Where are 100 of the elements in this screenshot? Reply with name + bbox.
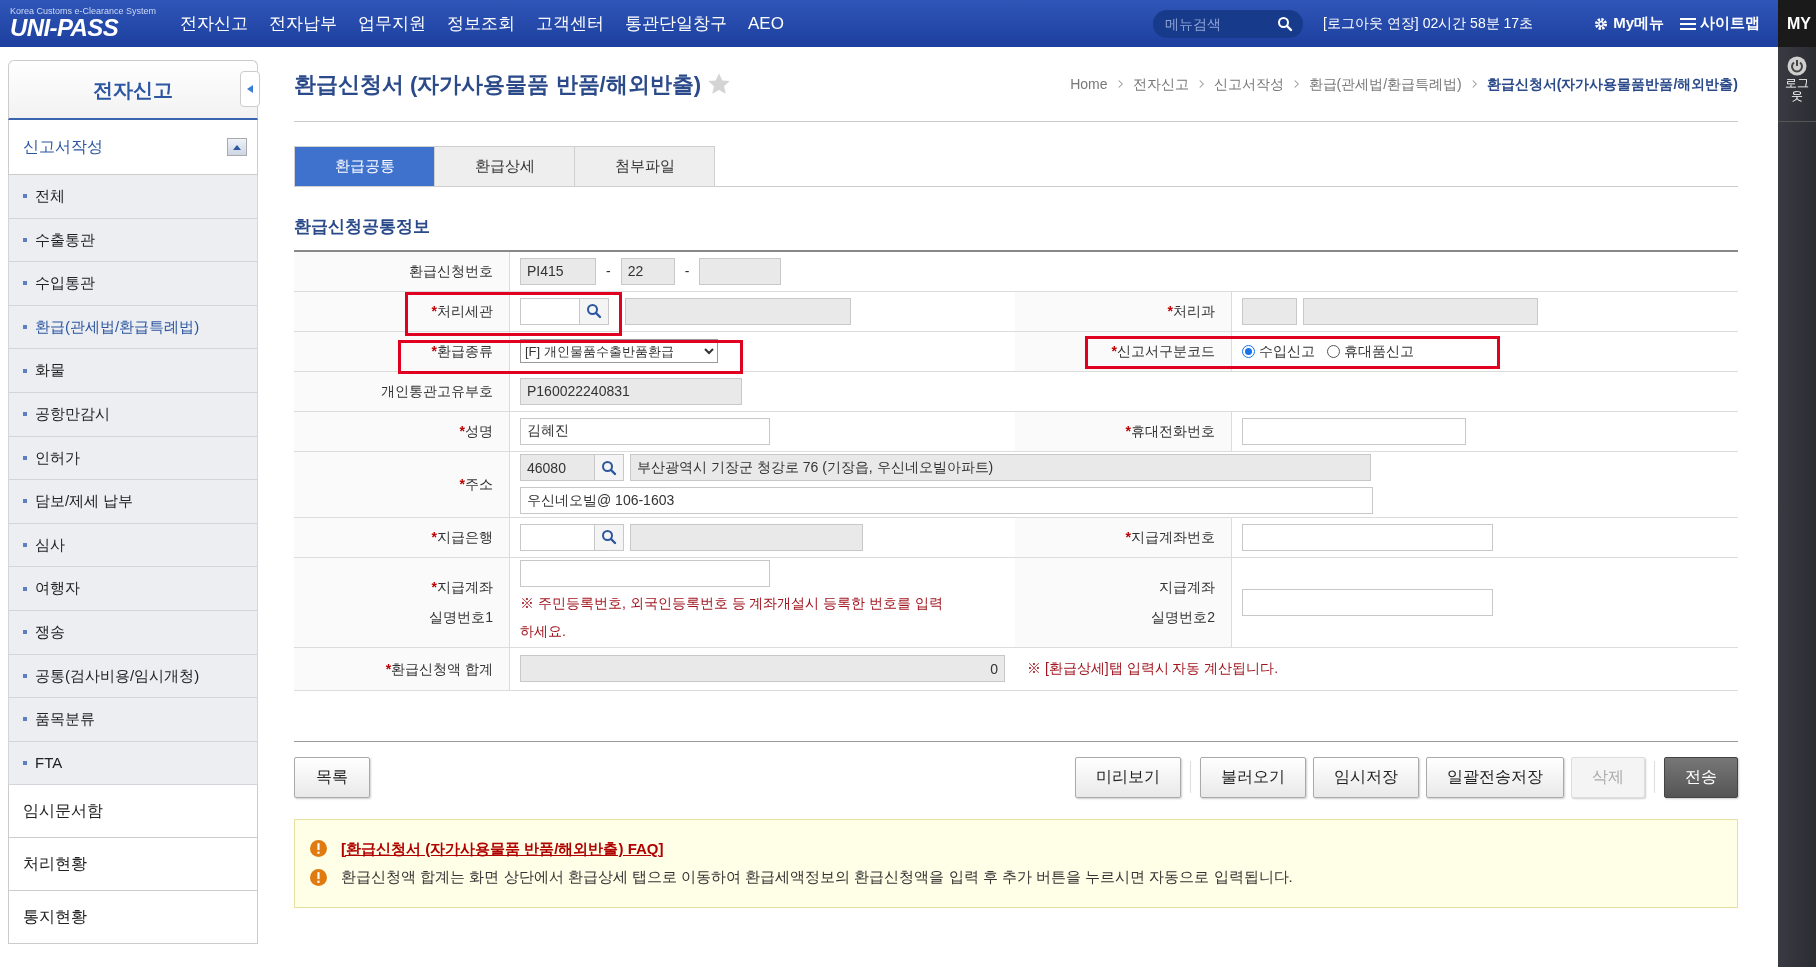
nav-link[interactable]: AEO xyxy=(748,10,784,37)
input-field[interactable] xyxy=(1242,297,1297,325)
breadcrumb-link[interactable]: 신고서작성 xyxy=(1213,73,1284,95)
bullet-icon xyxy=(23,455,27,460)
action-button[interactable]: 임시저장 xyxy=(1313,756,1419,798)
input-field[interactable] xyxy=(630,523,863,551)
action-button[interactable]: 전송 xyxy=(1664,756,1738,798)
nav-link[interactable]: 정보조회 xyxy=(447,10,515,37)
tab[interactable]: 첨부파일 xyxy=(574,146,715,187)
my-menu-link[interactable]: My메뉴 xyxy=(1593,12,1664,35)
sidebar-item[interactable]: 담보/제세 납부 xyxy=(8,480,258,524)
nav-link[interactable]: 전자신고 xyxy=(180,10,248,37)
gear-icon xyxy=(1593,15,1610,32)
input-field[interactable]: 0 xyxy=(520,655,1005,682)
search-icon[interactable] xyxy=(1277,15,1294,32)
bullet-icon xyxy=(23,237,27,242)
radio-option[interactable]: 수입신고 xyxy=(1242,340,1315,362)
sidebar-title: 전자신고 xyxy=(93,77,173,103)
tab[interactable]: 환급상세 xyxy=(434,146,575,187)
bullet-icon xyxy=(23,194,27,199)
caret-icon xyxy=(247,85,253,93)
section-label: 신고서작성 xyxy=(23,137,103,157)
sidebar-item[interactable]: 공통(검사비용/임시개청) xyxy=(8,654,258,699)
page-title: 환급신청서 (자가사용물품 반품/해외반출) xyxy=(294,70,701,99)
input-field[interactable]: 46080 xyxy=(520,454,595,481)
nav-link[interactable]: 업무지원 xyxy=(358,10,426,37)
input-field[interactable] xyxy=(625,297,851,325)
search-button[interactable] xyxy=(580,297,609,325)
input-field[interactable]: P160022240831 xyxy=(520,377,742,405)
logo[interactable]: UNI-PASS xyxy=(10,16,160,40)
sidebar-link[interactable]: 임시문서함 xyxy=(8,785,258,839)
nav-link[interactable]: 통관단일창구 xyxy=(625,10,727,37)
sidebar-item[interactable]: 품목분류 xyxy=(8,698,258,742)
breadcrumb-link[interactable]: 환급신청서(자가사용물품반품/해외반출) xyxy=(1486,73,1738,95)
sidebar-item[interactable]: 인허가 xyxy=(8,436,258,481)
input-field[interactable]: 부산광역시 기장군 청강로 76 (기장읍, 우신네오빌아파트) xyxy=(630,454,1371,481)
sidebar-item[interactable]: 쟁송 xyxy=(8,610,258,655)
chevron-icon xyxy=(1292,79,1300,89)
input-field[interactable] xyxy=(699,257,782,285)
search-icon xyxy=(586,303,602,319)
section-title: 환급신청공통정보 xyxy=(294,216,431,238)
input-field[interactable] xyxy=(520,297,580,325)
action-button[interactable]: 미리보기 xyxy=(1075,756,1181,798)
radio-option[interactable]: 휴대품신고 xyxy=(1327,340,1414,362)
input-field[interactable]: 22 xyxy=(620,257,675,285)
sidebar-item[interactable]: 공항만감시 xyxy=(8,392,258,437)
faq-link[interactable]: [환급신청서 (자가사용물품 반품/해외반출) FAQ] xyxy=(341,837,664,860)
input-field[interactable]: 김혜진 xyxy=(520,417,770,445)
collapse-button[interactable] xyxy=(240,71,260,107)
bullet-icon xyxy=(23,281,27,286)
caret-icon xyxy=(233,144,241,150)
sidebar-item[interactable]: 환급(관세법/환급특례법) xyxy=(8,305,258,350)
sidebar-item[interactable]: 심사 xyxy=(8,523,258,568)
input-field[interactable] xyxy=(1242,417,1466,445)
logout-button[interactable]: 로그 웃 xyxy=(1778,47,1816,122)
input-field[interactable] xyxy=(520,523,595,551)
input-field[interactable] xyxy=(1303,297,1538,325)
action-button[interactable]: 일괄전송저장 xyxy=(1426,756,1564,798)
sidebar-item[interactable]: 수출통관 xyxy=(8,218,258,263)
bullet-icon xyxy=(23,717,27,722)
search-field[interactable]: 메뉴검색 xyxy=(1153,9,1304,38)
action-button[interactable]: 불러오기 xyxy=(1200,756,1306,798)
chevron-icon xyxy=(1470,79,1478,89)
toggle-button[interactable] xyxy=(227,138,247,156)
sitemap-link[interactable]: 사이트맵 xyxy=(1680,12,1760,35)
input-field[interactable]: PI415 xyxy=(520,257,596,285)
sidebar-section[interactable]: 신고서작성 xyxy=(8,120,258,175)
field-label: *환급신청액 합계 xyxy=(385,659,493,679)
sidebar-item[interactable]: FTA xyxy=(8,741,258,786)
breadcrumb-link[interactable]: 전자신고 xyxy=(1132,73,1189,95)
session-timer[interactable]: [로그아웃 연장] 02시간 58분 17초 xyxy=(1323,13,1534,34)
sidebar-item[interactable]: 수입통관 xyxy=(8,262,258,306)
sidebar-item[interactable]: 여행자 xyxy=(8,567,258,611)
star-icon[interactable] xyxy=(707,72,731,96)
tab[interactable]: 환급공통 xyxy=(294,146,435,187)
power-icon xyxy=(1786,55,1808,77)
input-field[interactable] xyxy=(1242,523,1493,551)
sidebar-link[interactable]: 처리현황 xyxy=(8,838,258,892)
bullet-icon xyxy=(23,673,27,678)
note-text: ※ [환급상세]탭 입력시 자동 계산됩니다. xyxy=(1027,659,1279,678)
input-field[interactable] xyxy=(520,559,770,587)
action-button[interactable]: 목록 xyxy=(294,756,370,798)
search-button[interactable] xyxy=(595,454,624,481)
nav-link[interactable]: 전자납부 xyxy=(269,10,337,37)
sidebar-item[interactable]: 전체 xyxy=(8,175,258,219)
field-label: 환급신청번호 xyxy=(409,262,493,281)
breadcrumb-link[interactable]: 환급(관세법/환급특례법) xyxy=(1308,73,1462,95)
breadcrumb-link[interactable]: Home xyxy=(1070,73,1108,95)
search-icon xyxy=(601,529,617,545)
nav-link[interactable]: 고객센터 xyxy=(536,10,604,37)
search-button[interactable] xyxy=(595,523,624,551)
bullet-icon xyxy=(23,543,27,548)
sidebar-item[interactable]: 화물 xyxy=(8,349,258,393)
field-label: *처리과 xyxy=(1167,302,1215,321)
my-tab[interactable]: MY xyxy=(1778,0,1816,47)
input-field[interactable]: 우신네오빌@ 106-1603 xyxy=(520,487,1373,514)
input-field[interactable] xyxy=(1242,588,1493,616)
refund-type-select[interactable]: [F] 개인물품수출반품환급 xyxy=(520,339,718,363)
bullet-icon xyxy=(23,412,27,417)
sidebar-link[interactable]: 통지현황 xyxy=(8,891,258,945)
